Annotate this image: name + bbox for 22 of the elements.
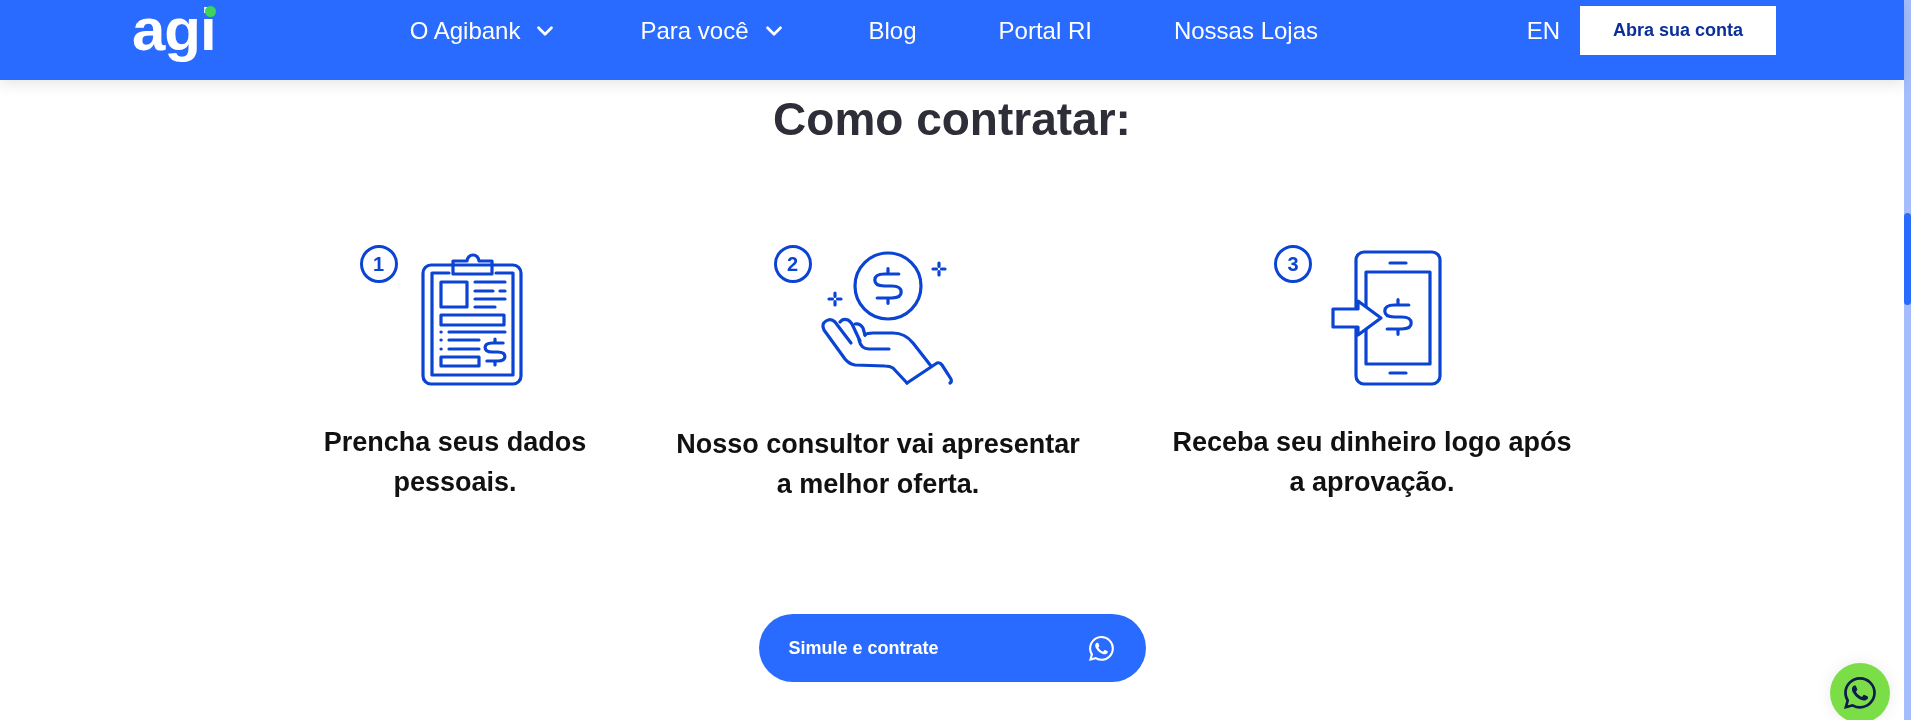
step-number: 1 (359, 245, 398, 283)
phone-arrow-icon (1330, 250, 1442, 386)
chat-phone-icon (1088, 635, 1114, 661)
nav-menu-item[interactable]: Nossas Lojas (1173, 6, 1318, 55)
nav-menu-item[interactable]: Blog (868, 6, 917, 55)
floating-chat-button[interactable] (1830, 663, 1890, 720)
logo[interactable]: agi (132, 0, 216, 60)
nav-menu-item[interactable]: O Agibank (409, 6, 559, 55)
language-link[interactable]: EN (1526, 12, 1560, 49)
step-description: Nosso consultor vai apresentar a melhor oferta. (676, 428, 1080, 501)
step-description: Receba seu dinheiro logo após a aprovação. (1172, 426, 1572, 499)
step-number: 2 (773, 245, 812, 283)
step-description: Prencha seus dados pessoais. (323, 426, 587, 499)
nav-menu-item[interactable]: Para você (640, 6, 787, 55)
section-title: Como contratar: (773, 96, 1131, 142)
step-number: 3 (1274, 245, 1312, 283)
open-account-button[interactable]: Abra sua conta (1580, 6, 1776, 55)
nav-menu-item[interactable]: Portal RI (998, 6, 1092, 55)
chat-phone-icon (1844, 677, 1876, 709)
clipboard-icon (420, 250, 523, 386)
scrollbar-thumb[interactable] (1904, 213, 1911, 305)
simulate-button[interactable]: Simule e contrate (758, 614, 1146, 682)
